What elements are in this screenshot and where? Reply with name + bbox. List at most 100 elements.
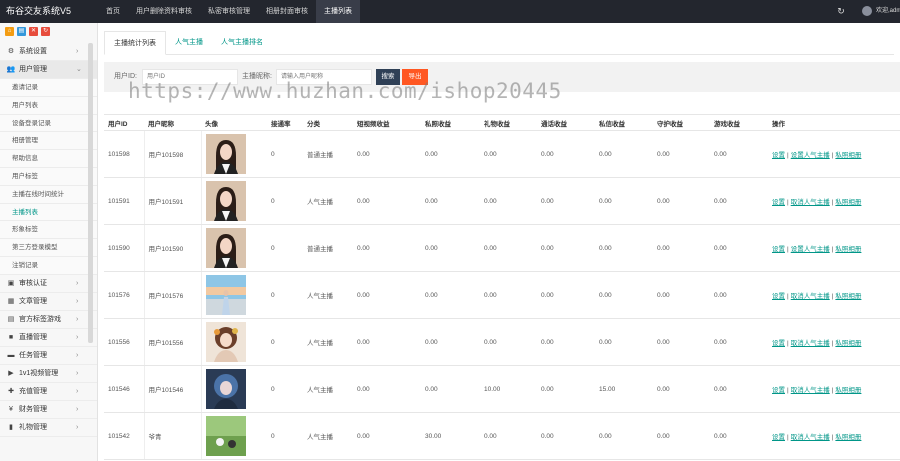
action-link[interactable]: 设置 bbox=[772, 199, 785, 206]
tab-item[interactable]: 人气主播排名 bbox=[212, 31, 272, 55]
sidebar-menu-item[interactable]: ▦ 文章管理 › bbox=[0, 293, 97, 311]
sidebar-subitem[interactable]: 第三方登录模型 bbox=[0, 239, 97, 257]
top-nav-item[interactable]: 主播列表 bbox=[316, 0, 360, 23]
top-nav-item[interactable]: 私密审核管理 bbox=[200, 0, 258, 23]
sidebar-subitem[interactable]: 注销记录 bbox=[0, 256, 97, 275]
table-cell: 人气主播 bbox=[303, 365, 353, 413]
table-row: 101556 用户101556 0 人气主播 0.00 0.00 0.00 0.00 0.00 0… bbox=[104, 318, 900, 366]
sidebar-subitem[interactable]: 相册管理 bbox=[0, 132, 97, 151]
sidebar-menu-item[interactable]: ▤ 官方标签游戏 › bbox=[0, 311, 97, 329]
column-header: 通话收益 bbox=[537, 114, 595, 131]
sidebar-subitem[interactable]: 形象标签 bbox=[0, 221, 97, 240]
table-cell: 0.00 bbox=[653, 177, 710, 225]
sidebar-menu-item[interactable]: ▶ 1v1视频管理 › bbox=[0, 365, 97, 383]
avatar-image bbox=[205, 134, 246, 174]
export-button[interactable]: 导出 bbox=[402, 69, 428, 85]
table-cell: 0.00 bbox=[710, 412, 768, 460]
sidebar-menu-label: 1v1视频管理 bbox=[19, 369, 59, 377]
action-link[interactable]: 取消人气主播 bbox=[791, 434, 830, 441]
action-link[interactable]: 私照相册 bbox=[835, 434, 861, 441]
avatar[interactable] bbox=[862, 6, 872, 16]
table-cell: 0 bbox=[267, 224, 303, 272]
sidebar-scrollbar[interactable] bbox=[88, 43, 93, 343]
refresh-icon[interactable]: ↻ bbox=[41, 27, 50, 36]
home-icon[interactable]: ⌂ bbox=[5, 27, 14, 36]
user-id-input[interactable] bbox=[142, 69, 238, 85]
action-link[interactable]: 设置 bbox=[772, 293, 785, 300]
action-link[interactable]: 设置 bbox=[772, 387, 785, 394]
action-link[interactable]: 私照相册 bbox=[835, 293, 861, 300]
actions-cell: 设置 | 设置人气主播 | 私照相册 bbox=[768, 130, 900, 178]
action-link[interactable]: 设置人气主播 bbox=[791, 246, 830, 253]
top-nav-item[interactable]: 首页 bbox=[98, 0, 128, 23]
user-name[interactable]: 欢迎,admin bbox=[876, 0, 900, 23]
search-button[interactable]: 搜索 bbox=[376, 69, 400, 85]
table-cell: 0.00 bbox=[537, 271, 595, 319]
content-tabs: 主播统计列表 人气主播 人气主播排名 bbox=[104, 31, 894, 55]
table-row: 101590 用户101590 0 普通主播 0.00 0.00 0.00 0.00 0.00 0… bbox=[104, 224, 900, 272]
cart-icon: ✚ bbox=[8, 387, 14, 395]
search-bar: 用户ID: 主播昵称: 搜索 导出 bbox=[104, 62, 900, 92]
sidebar-menu-label: 文章管理 bbox=[19, 297, 47, 305]
brand-logo[interactable]: 布谷交友系统V5 bbox=[0, 0, 98, 23]
tab-item[interactable]: 人气主播 bbox=[166, 31, 212, 55]
table-cell: 0.00 bbox=[353, 130, 421, 178]
sidebar-menu-item[interactable]: ⚙ 系统设置 › bbox=[0, 43, 97, 61]
table-cell: 0.00 bbox=[480, 177, 537, 225]
action-link[interactable]: 私照相册 bbox=[835, 152, 861, 159]
trash-icon[interactable]: ✕ bbox=[29, 27, 38, 36]
action-link[interactable]: 取消人气主播 bbox=[791, 293, 830, 300]
table-cell: 用户101576 bbox=[144, 271, 202, 319]
sidebar-menu-item[interactable]: 👥 用户管理 ⌄ bbox=[0, 61, 97, 79]
sidebar-subitem[interactable]: 用户列表 bbox=[0, 96, 97, 115]
sidebar-menu-item[interactable]: ¥ 财务管理 › bbox=[0, 401, 97, 419]
avatar-cell bbox=[201, 365, 267, 413]
sidebar-subitem[interactable]: 设备登录记录 bbox=[0, 114, 97, 133]
table-cell: 0.00 bbox=[710, 318, 768, 366]
sidebar-subitem[interactable]: 邀请记录 bbox=[0, 79, 97, 97]
top-nav-item[interactable]: 用户删除资料审核 bbox=[128, 0, 200, 23]
sidebar-subitem[interactable]: 帮助信息 bbox=[0, 150, 97, 168]
table-cell: 0.00 bbox=[421, 177, 480, 225]
document-icon[interactable]: ▤ bbox=[17, 27, 26, 36]
chevron-right-icon: › bbox=[76, 387, 79, 395]
action-link[interactable]: 设置 bbox=[772, 152, 785, 159]
avatar-cell bbox=[201, 271, 267, 319]
table-cell: 10.00 bbox=[480, 365, 537, 413]
table-body: 101598 用户101598 0 普通主播 0.00 0.00 0.00 0.00 0.00 0… bbox=[104, 130, 900, 460]
column-header: 私信收益 bbox=[595, 114, 653, 131]
action-link[interactable]: 取消人气主播 bbox=[791, 387, 830, 394]
action-link[interactable]: 取消人气主播 bbox=[791, 340, 830, 347]
action-link[interactable]: 私照相册 bbox=[835, 246, 861, 253]
sidebar-menu-item[interactable]: ▮ 礼物管理 › bbox=[0, 419, 97, 437]
action-link[interactable]: 私照相册 bbox=[835, 340, 861, 347]
table-cell: 用户101590 bbox=[144, 224, 202, 272]
sidebar-subitem[interactable]: 用户标签 bbox=[0, 167, 97, 186]
table-cell: 人气主播 bbox=[303, 412, 353, 460]
action-link[interactable]: 设置人气主播 bbox=[791, 152, 830, 159]
sidebar-menu-item[interactable]: ▣ 审核认证 › bbox=[0, 275, 97, 293]
sidebar-subitem[interactable]: 主播在线时间统计 bbox=[0, 185, 97, 204]
column-header: 操作 bbox=[768, 114, 900, 131]
table-cell: 0.00 bbox=[353, 271, 421, 319]
top-nav-item[interactable]: 相册封面审核 bbox=[258, 0, 316, 23]
sidebar-menu-item[interactable]: ▬ 任务管理 › bbox=[0, 347, 97, 365]
refresh-icon[interactable]: ↻ bbox=[836, 6, 846, 16]
table-cell: 0.00 bbox=[421, 318, 480, 366]
action-link[interactable]: 取消人气主播 bbox=[791, 199, 830, 206]
nickname-input[interactable] bbox=[276, 69, 372, 85]
action-link[interactable]: 设置 bbox=[772, 434, 785, 441]
tab-item[interactable]: 主播统计列表 bbox=[104, 31, 166, 55]
action-link[interactable]: 设置 bbox=[772, 340, 785, 347]
action-link[interactable]: 设置 bbox=[772, 246, 785, 253]
table-cell: 0.00 bbox=[421, 271, 480, 319]
action-link[interactable]: 私照相册 bbox=[835, 387, 861, 394]
table-cell: 0.00 bbox=[537, 177, 595, 225]
table-cell: 0.00 bbox=[595, 177, 653, 225]
sidebar-menu-item[interactable]: ■ 直播管理 › bbox=[0, 329, 97, 347]
sidebar-menu-item[interactable]: ✚ 充值管理 › bbox=[0, 383, 97, 401]
avatar-cell bbox=[201, 224, 267, 272]
action-link[interactable]: 私照相册 bbox=[835, 199, 861, 206]
sidebar-subitem[interactable]: 主播列表 bbox=[0, 203, 97, 222]
column-header: 守护收益 bbox=[653, 114, 710, 131]
